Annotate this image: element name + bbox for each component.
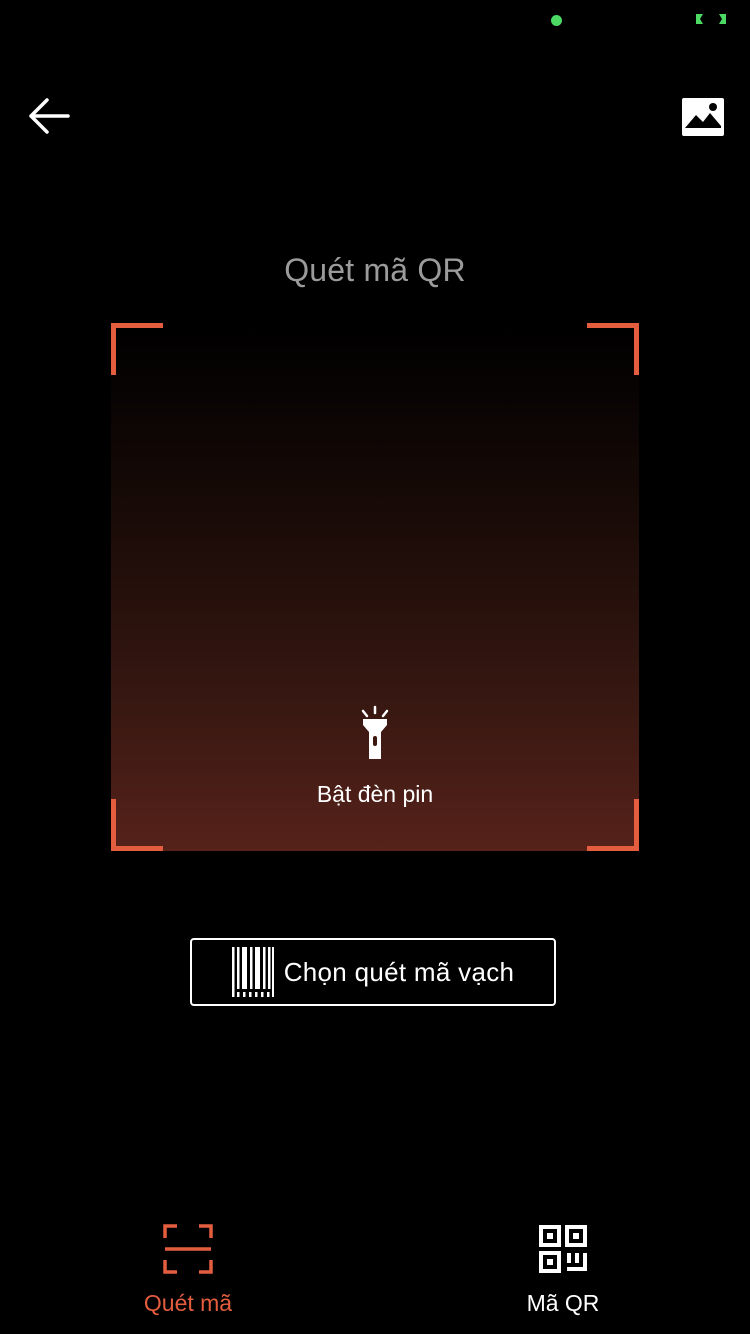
viewfinder-corner-top-right <box>587 323 639 375</box>
tab-qr-code-label: Mã QR <box>526 1290 600 1316</box>
barcode-scan-label: Chọn quét mã vạch <box>283 956 515 987</box>
barcode-icon <box>231 947 274 997</box>
flashlight-icon <box>361 705 389 759</box>
image-gallery-icon <box>682 98 724 136</box>
bottom-nav: Quét mã Mã QR <box>0 1210 750 1334</box>
tab-scan-label: Quét mã <box>143 1290 233 1316</box>
back-button[interactable] <box>20 90 76 142</box>
barcode-scan-button[interactable]: Chọn quét mã vạch <box>190 938 556 1006</box>
tab-qr-code[interactable]: Mã QR <box>463 1210 663 1330</box>
arrow-left-icon <box>29 98 70 134</box>
viewfinder-corner-bottom-left <box>111 799 163 851</box>
scan-frame-icon <box>163 1224 213 1274</box>
battery-icon <box>696 14 726 24</box>
qr-code-icon <box>539 1225 587 1273</box>
gallery-button[interactable] <box>676 92 730 142</box>
qr-scanner-screen: Quét mã QR Bật đèn pin Chọn quét mã vạch… <box>0 0 750 1334</box>
flashlight-toggle[interactable]: Bật đèn pin <box>295 699 455 815</box>
flashlight-label: Bật đèn pin <box>316 781 434 807</box>
viewfinder-corner-top-left <box>111 323 163 375</box>
camera-in-use-indicator <box>551 15 562 26</box>
viewfinder-corner-bottom-right <box>587 799 639 851</box>
page-title: Quét mã QR <box>284 252 466 288</box>
scan-viewfinder: Bật đèn pin <box>111 323 639 851</box>
tab-scan[interactable]: Quét mã <box>88 1210 288 1330</box>
